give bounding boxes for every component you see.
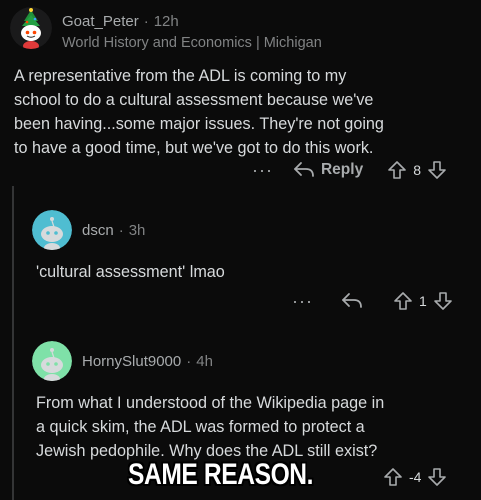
username[interactable]: Goat_Peter [62, 13, 139, 30]
upvote-icon[interactable] [393, 291, 413, 311]
comment-header: dscn · 3h [82, 222, 145, 239]
vote-controls: 8 [387, 160, 447, 180]
comment-header: Goat_Peter · 12h [62, 13, 179, 30]
comment-age: 12h [153, 13, 179, 30]
vote-score: 1 [418, 293, 427, 309]
username[interactable]: dscn [82, 222, 114, 239]
comment-age: 3h [128, 222, 146, 239]
vote-controls: 1 [393, 291, 453, 311]
more-options-icon[interactable]: ··· [292, 292, 313, 310]
thread-line[interactable] [12, 186, 14, 500]
comment-actions: ··· Reply 8 [252, 160, 447, 180]
reply-label: Reply [320, 161, 364, 178]
reply-button[interactable]: Reply [293, 161, 363, 179]
reply-arrow-icon [342, 293, 362, 308]
vote-score: -4 [409, 469, 422, 485]
comment-body: From what I understood of the Wikipedia … [36, 394, 385, 460]
snoo-avatar-icon [32, 341, 72, 381]
downvote-icon[interactable] [427, 467, 447, 487]
comment-age: 4h [196, 353, 213, 370]
reply-button[interactable] [341, 292, 363, 310]
more-options-icon[interactable]: ··· [252, 161, 273, 179]
separator-dot: · [143, 13, 149, 30]
reply-arrow-icon [294, 162, 314, 177]
vote-score: 8 [413, 162, 421, 178]
comment-header: HornySlut9000 · 4h [82, 353, 213, 370]
comment-body: A representative from the ADL is coming … [14, 67, 384, 157]
avatar[interactable] [32, 210, 72, 250]
separator-dot: · [186, 353, 192, 370]
downvote-icon[interactable] [433, 291, 453, 311]
downvote-icon[interactable] [427, 160, 447, 180]
username[interactable]: HornySlut9000 [82, 353, 181, 370]
avatar[interactable] [10, 7, 52, 49]
avatar[interactable] [32, 341, 72, 381]
snoo-avatar-icon [10, 7, 52, 49]
separator-dot: · [118, 222, 124, 239]
snoo-avatar-icon [32, 210, 72, 250]
comment-actions: -4 [383, 467, 447, 487]
meme-caption: SAME REASON. [128, 458, 314, 491]
comment-actions: ··· 1 [292, 291, 453, 311]
upvote-icon[interactable] [383, 467, 403, 487]
user-flair: World History and Economics | Michigan [62, 35, 322, 51]
comment-body: 'cultural assessment' lmao [36, 263, 225, 281]
upvote-icon[interactable] [387, 160, 407, 180]
vote-controls: -4 [383, 467, 447, 487]
